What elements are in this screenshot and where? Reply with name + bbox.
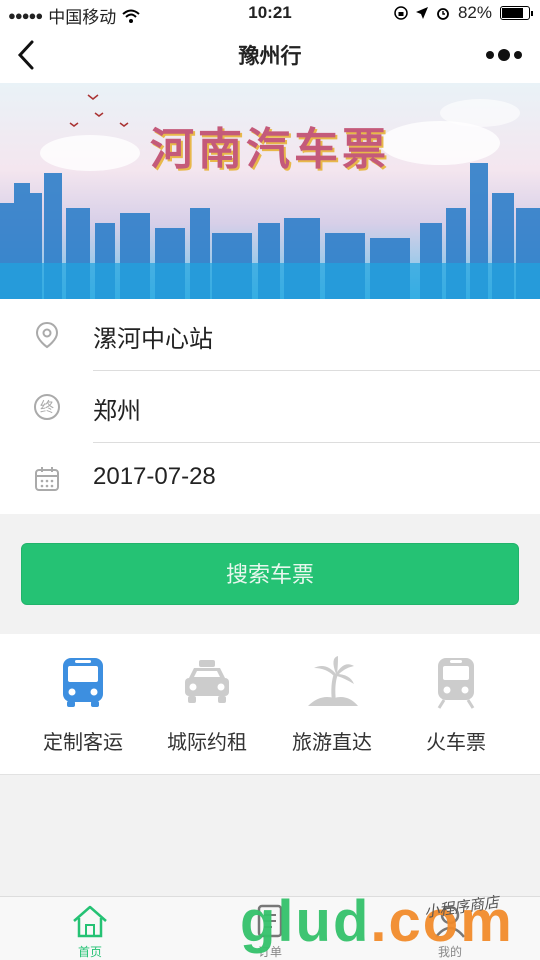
destination-icon: 终: [34, 394, 60, 420]
more-dot: [514, 51, 522, 59]
service-label: 旅游直达: [292, 732, 372, 754]
banner-title: 河南汽车票: [150, 124, 390, 175]
alarm-icon: [437, 8, 449, 20]
tab-label: 首页: [77, 945, 102, 959]
battery-icon: [500, 6, 533, 20]
service-label: 定制客运: [43, 732, 123, 754]
date-row[interactable]: 2017-07-28: [0, 443, 540, 515]
service-grid: 定制客运 城际约租 旅游直达 火车票: [0, 634, 540, 775]
promo-banner[interactable]: 河南汽车票: [0, 83, 540, 299]
battery-fill: [502, 8, 523, 18]
status-bar: ●●●●● 中国移动 10:21 82%: [0, 0, 540, 28]
destination-row[interactable]: 终 郑州: [0, 371, 540, 443]
search-tickets-button[interactable]: 搜索车票: [21, 543, 519, 605]
more-dot: [498, 49, 510, 61]
location-pin-icon: [35, 321, 59, 349]
taxi-icon: [185, 660, 229, 703]
battery-percent: 82%: [457, 3, 492, 22]
origin-station: 漯河中心站: [93, 326, 213, 353]
train-icon: [437, 658, 475, 709]
page-title: 豫州行: [238, 45, 302, 68]
origin-row[interactable]: 漯河中心站: [0, 299, 540, 371]
service-label: 火车票: [426, 732, 486, 754]
ticket-search-form: 漯河中心站 终 郑州 2017-07-28: [0, 299, 540, 514]
service-tour-direct[interactable]: 旅游直达: [270, 654, 394, 755]
bus-icon: [63, 658, 103, 707]
orientation-lock-icon: [394, 6, 408, 20]
service-intercity-hire[interactable]: 城际约租: [145, 654, 269, 755]
navigation-bar: 豫州行: [0, 28, 540, 83]
home-icon: [73, 905, 107, 938]
more-dot: [486, 51, 494, 59]
service-train-ticket[interactable]: 火车票: [394, 654, 518, 755]
travel-date: 2017-07-28: [93, 463, 216, 490]
more-dots-icon[interactable]: [486, 44, 522, 66]
calendar-icon: [35, 467, 59, 491]
location-arrow-icon: [415, 7, 428, 19]
destination-city: 郑州: [93, 398, 141, 425]
service-custom-coach[interactable]: 定制客运: [21, 654, 145, 755]
status-right: 82%: [394, 3, 533, 23]
palm-island-icon: [308, 656, 358, 706]
watermark-logo-text: glud: [240, 889, 371, 954]
service-label: 城际约租: [167, 732, 247, 754]
tab-home[interactable]: 首页: [45, 903, 135, 960]
destination-icon-char: 终: [40, 400, 54, 416]
